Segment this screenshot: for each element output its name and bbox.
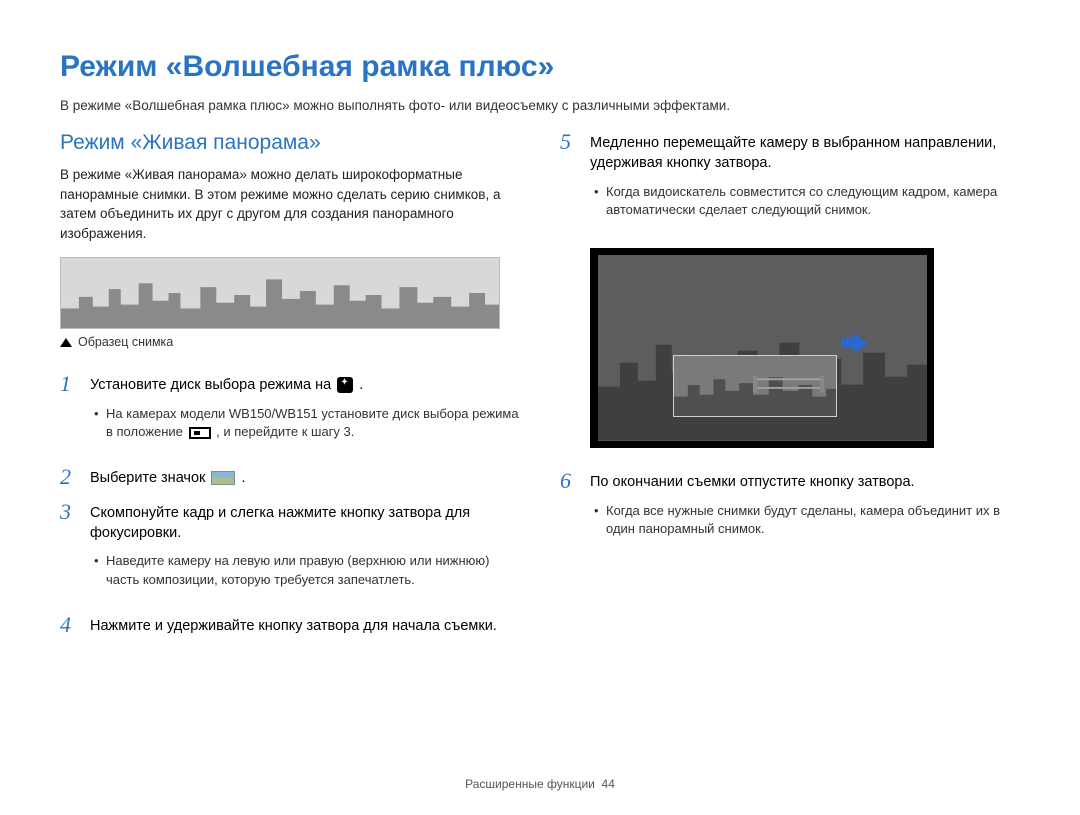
mode-dial-magic-plus-icon [337,377,353,393]
section-title-live-panorama: Режим «Живая панорама» [60,131,520,155]
step-number-1: 1 [60,373,78,395]
step-number-2: 2 [60,466,78,488]
step-4-text: Нажмите и удерживайте кнопку затвора для… [90,616,520,636]
panorama-sample-image [60,257,500,329]
step-1-subnote: На камерах модели WB150/WB151 установите… [90,405,520,443]
step-5-subnote: Когда видоискатель совместится со следую… [590,183,1020,221]
step-6-text: По окончании съемки отпустите кнопку зат… [590,472,1020,492]
intro-text: В режиме «Волшебная рамка плюс» можно вы… [60,98,1020,113]
page-footer: Расширенные функции 44 [0,777,1080,791]
step-number-4: 4 [60,614,78,636]
sample-caption-text: Образец снимка [78,335,173,349]
step-3-text: Скомпонуйте кадр и слегка нажмите кнопку… [90,503,520,544]
footer-page-number: 44 [602,777,615,791]
step-6-subnote: Когда все нужные снимки будут сделаны, к… [590,502,1020,540]
step-1-text: Установите диск выбора режима на . [90,375,520,395]
viewfinder-illustration [590,248,934,448]
step-3-subnote: Наведите камеру на левую или правую (вер… [90,552,520,590]
panorama-preview-box [673,355,837,417]
caption-triangle-icon [60,338,72,347]
step-5-text: Медленно перемещайте камеру в выбранном … [590,133,1020,174]
section-intro: В режиме «Живая панорама» можно делать ш… [60,165,520,243]
panorama-thumbnail-icon [211,471,235,485]
page-title: Режим «Волшебная рамка плюс» [60,50,1020,84]
step-2-text: Выберите значок . [90,468,520,488]
direction-arrow-right-icon [842,333,868,353]
step-number-3: 3 [60,501,78,523]
step-number-5: 5 [560,131,578,153]
mode-dial-panorama-icon [189,427,211,439]
footer-section-label: Расширенные функции [465,777,595,791]
step-number-6: 6 [560,470,578,492]
